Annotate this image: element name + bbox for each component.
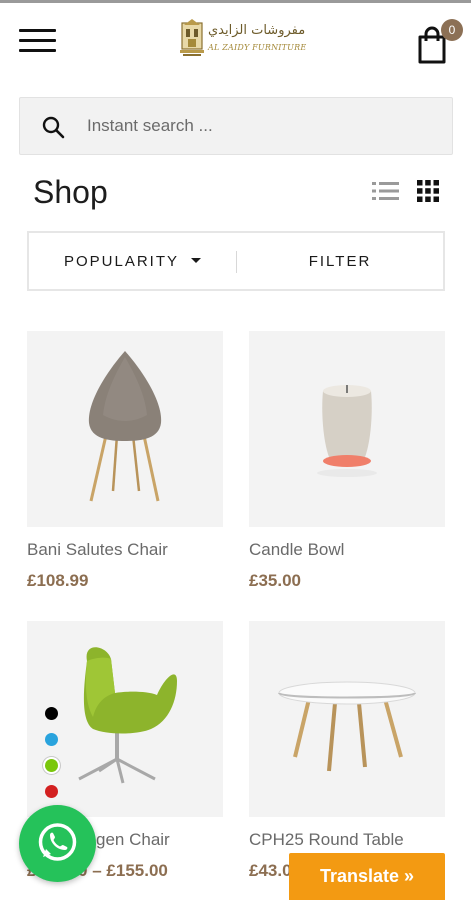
caret-down-icon <box>191 257 202 263</box>
page-title: Shop <box>33 174 108 210</box>
swatch-blue[interactable] <box>45 733 58 746</box>
site-logo[interactable]: مفروشات الزايدي AL ZAIDY FURNITURE <box>178 17 306 63</box>
product-image[interactable] <box>27 621 223 817</box>
translate-button[interactable]: Translate » <box>289 853 445 900</box>
filter-button[interactable]: FILTER <box>237 233 443 289</box>
product-image[interactable] <box>249 621 445 817</box>
cart-count-badge: 0 <box>441 19 463 41</box>
product-name[interactable]: Candle Bowl <box>249 540 344 560</box>
product-image[interactable] <box>249 331 445 527</box>
site-header: مفروشات الزايدي AL ZAIDY FURNITURE 0 <box>0 3 471 76</box>
round-table-image <box>278 681 416 772</box>
egg-chair-image <box>88 351 162 502</box>
search-bar <box>19 97 453 155</box>
logo-emblem-icon <box>180 19 204 56</box>
swatch-black[interactable] <box>45 707 58 720</box>
swatch-green[interactable] <box>45 759 58 772</box>
sort-dropdown[interactable]: POPULARITY <box>29 233 236 289</box>
hamburger-icon[interactable] <box>19 26 56 56</box>
list-view-icon[interactable] <box>372 180 399 202</box>
filter-label: FILTER <box>308 252 372 270</box>
search-icon[interactable] <box>41 115 65 139</box>
search-input[interactable] <box>87 98 437 154</box>
whatsapp-button[interactable] <box>19 805 96 882</box>
product-image[interactable] <box>27 331 223 527</box>
product-name[interactable]: Bani Salutes Chair <box>27 540 168 560</box>
candle-bowl-image <box>317 385 377 477</box>
sort-filter-bar: POPULARITY FILTER <box>27 231 445 291</box>
grid-view-icon[interactable] <box>417 180 439 202</box>
whatsapp-icon <box>38 823 77 861</box>
logo-arabic-text: مفروشات الزايدي <box>208 23 306 38</box>
product-name[interactable]: CPH25 Round Table <box>249 830 404 850</box>
cart-button[interactable]: 0 <box>416 19 466 65</box>
logo-latin-text: AL ZAIDY FURNITURE <box>208 43 307 52</box>
sort-label: POPULARITY <box>63 252 180 270</box>
product-price: £108.99 <box>27 571 89 590</box>
product-price: £35.00 <box>249 571 301 590</box>
swatch-red[interactable] <box>45 785 58 798</box>
